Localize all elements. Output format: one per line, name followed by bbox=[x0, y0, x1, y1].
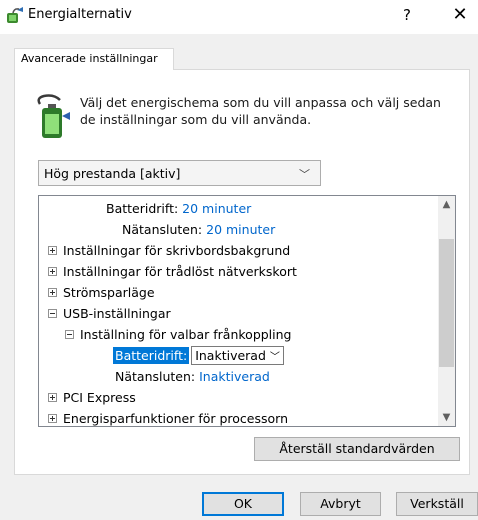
window-title: Energialternativ bbox=[28, 7, 132, 22]
tree-item-usb-battery-setting[interactable]: Batteridrift: Inaktiverad ﹀ bbox=[113, 346, 284, 367]
tree-item-usb-selective-suspend[interactable]: Inställning för valbar frånkoppling bbox=[65, 325, 292, 346]
power-plan-value: Hög prestanda [aktiv] bbox=[44, 166, 181, 181]
settings-tree[interactable]: Batteridrift: 20 minuter Nätansluten: 20… bbox=[38, 195, 456, 427]
collapse-minus-icon[interactable] bbox=[48, 309, 57, 318]
chevron-down-icon: ﹀ bbox=[269, 352, 280, 363]
tree-item-wireless-adapter[interactable]: Inställningar för trådlöst nätverkskort bbox=[48, 262, 297, 283]
tab-advanced-settings[interactable]: Avancerade inställningar bbox=[14, 48, 174, 70]
collapse-minus-icon[interactable] bbox=[65, 330, 74, 339]
apply-button[interactable]: Verkställ bbox=[396, 492, 478, 516]
expand-plus-icon[interactable] bbox=[48, 414, 57, 423]
tree-scrollbar[interactable]: ▲ ▼ bbox=[438, 196, 455, 426]
battery-plug-icon bbox=[37, 94, 70, 138]
description-text: Välj det energischema som du vill anpass… bbox=[80, 95, 441, 127]
expand-plus-icon[interactable] bbox=[48, 246, 57, 255]
tree-item-usb-plugged-in-value[interactable]: Nätansluten: Inaktiverad bbox=[115, 367, 270, 388]
expand-plus-icon[interactable] bbox=[48, 288, 57, 297]
power-options-icon bbox=[7, 7, 23, 23]
restore-defaults-button[interactable]: Återställ standardvärden bbox=[254, 437, 460, 461]
usb-battery-select[interactable]: Inaktiverad ﹀ bbox=[191, 346, 284, 365]
tree-item-usb-settings[interactable]: USB-inställningar bbox=[48, 304, 171, 325]
close-button[interactable]: ✕ bbox=[442, 0, 478, 30]
help-button[interactable]: ? bbox=[392, 0, 422, 30]
expand-plus-icon[interactable] bbox=[48, 267, 57, 276]
scrollbar-thumb[interactable] bbox=[439, 239, 454, 367]
chevron-down-icon: ﹀ bbox=[299, 168, 310, 181]
scroll-up-icon[interactable]: ▲ bbox=[438, 196, 455, 213]
tree-item-processor-power[interactable]: Energisparfunktioner för processorn bbox=[48, 409, 288, 426]
tree-item-sleep[interactable]: Strömsparläge bbox=[48, 283, 155, 304]
power-plan-select[interactable]: Hög prestanda [aktiv] ﹀ bbox=[38, 160, 321, 186]
tree-item-plugged-in-value[interactable]: Nätansluten: 20 minuter bbox=[122, 220, 275, 241]
cancel-button[interactable]: Avbryt bbox=[300, 492, 381, 516]
expand-plus-icon[interactable] bbox=[48, 393, 57, 402]
title-bar: Energialternativ ? ✕ bbox=[0, 0, 478, 34]
tree-item-battery-value[interactable]: Batteridrift: 20 minuter bbox=[106, 199, 251, 220]
tree-item-desktop-background[interactable]: Inställningar för skrivbordsbakgrund bbox=[48, 241, 290, 262]
ok-button[interactable]: OK bbox=[202, 492, 284, 516]
scroll-down-icon[interactable]: ▼ bbox=[438, 409, 455, 426]
tree-item-pci-express[interactable]: PCI Express bbox=[48, 388, 136, 409]
